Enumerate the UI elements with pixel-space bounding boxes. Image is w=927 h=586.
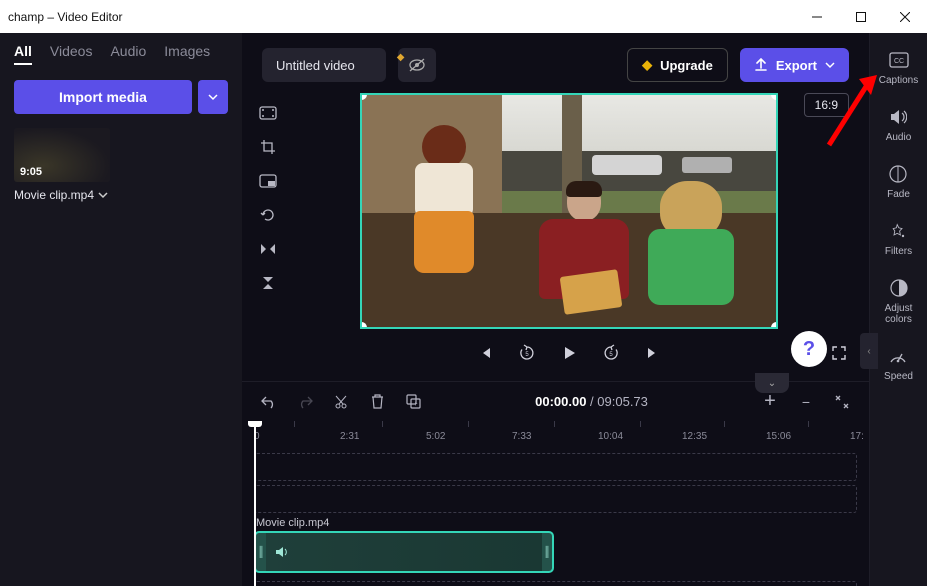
redo-icon[interactable] bbox=[296, 393, 314, 411]
preview-canvas[interactable] bbox=[360, 93, 778, 329]
zoom-out-icon[interactable]: − bbox=[797, 393, 815, 411]
rail-label: Speed bbox=[884, 371, 913, 382]
delete-icon[interactable] bbox=[368, 393, 386, 411]
svg-text:CC: CC bbox=[893, 58, 903, 65]
tab-all[interactable]: All bbox=[14, 43, 32, 65]
add-track-icon[interactable]: + bbox=[761, 393, 779, 411]
rail-audio[interactable]: Audio bbox=[886, 106, 912, 143]
adjust-colors-icon bbox=[888, 277, 910, 299]
timeline[interactable]: 0 2:31 5:02 7:33 10:04 12:35 15:06 17: M… bbox=[242, 421, 869, 586]
media-thumbnail[interactable]: 9:05 bbox=[14, 128, 110, 182]
svg-text:5: 5 bbox=[525, 352, 529, 358]
window-title: champ – Video Editor bbox=[8, 10, 123, 24]
media-duration: 9:05 bbox=[20, 166, 42, 178]
import-media-button[interactable]: Import media bbox=[14, 80, 192, 114]
timeline-ruler[interactable]: 0 2:31 5:02 7:33 10:04 12:35 15:06 17: bbox=[242, 421, 869, 449]
rail-fade[interactable]: Fade bbox=[887, 163, 910, 200]
rail-label: Adjust colors bbox=[870, 303, 927, 325]
flip-horizontal-icon[interactable] bbox=[258, 239, 278, 259]
clip-trim-right[interactable]: ║ bbox=[542, 547, 552, 558]
forward-5-icon[interactable]: 5 bbox=[601, 343, 621, 363]
flip-vertical-icon[interactable] bbox=[258, 273, 278, 293]
fullscreen-icon[interactable] bbox=[829, 343, 849, 363]
diamond-icon: ◆ bbox=[642, 57, 652, 73]
fit-icon[interactable] bbox=[258, 103, 278, 123]
track-empty-2[interactable] bbox=[254, 581, 857, 586]
media-sidebar: All Videos Audio Images Import media 9:0… bbox=[0, 33, 242, 586]
premium-diamond-icon: ◆ bbox=[397, 52, 405, 63]
play-button[interactable] bbox=[559, 343, 579, 363]
project-title-text: Untitled video bbox=[276, 58, 355, 73]
zoom-fit-icon[interactable] bbox=[833, 393, 851, 411]
rail-speed[interactable]: Speed bbox=[884, 345, 913, 382]
media-filename: Movie clip.mp4 bbox=[14, 188, 94, 202]
resize-handle-bl[interactable] bbox=[360, 322, 367, 329]
clip-trim-left[interactable]: ║ bbox=[256, 547, 266, 558]
skip-forward-icon[interactable] bbox=[643, 343, 663, 363]
timeline-clip[interactable]: ║ ║ bbox=[254, 531, 554, 573]
resize-handle-br[interactable] bbox=[771, 322, 778, 329]
tab-videos[interactable]: Videos bbox=[50, 43, 93, 65]
help-button[interactable]: ? bbox=[791, 331, 827, 367]
timecode: 00:00.00 / 09:05.73 bbox=[440, 394, 743, 409]
track-empty-1[interactable] bbox=[254, 453, 857, 481]
skip-back-icon[interactable] bbox=[475, 343, 495, 363]
expand-panel-button[interactable]: ⌄ bbox=[755, 373, 789, 393]
minimize-button[interactable] bbox=[795, 0, 839, 33]
export-label: Export bbox=[776, 58, 817, 73]
playhead[interactable] bbox=[254, 421, 256, 586]
duplicate-icon[interactable]: + bbox=[404, 393, 422, 411]
upgrade-button[interactable]: ◆ Upgrade bbox=[627, 48, 728, 82]
tab-audio[interactable]: Audio bbox=[110, 43, 146, 65]
rail-label: Audio bbox=[886, 132, 912, 143]
filters-icon bbox=[887, 220, 909, 242]
tab-images[interactable]: Images bbox=[164, 43, 210, 65]
captions-icon: CC bbox=[888, 49, 910, 71]
rail-captions[interactable]: CC Captions bbox=[879, 49, 918, 86]
rail-label: Fade bbox=[887, 189, 910, 200]
crop-icon[interactable] bbox=[258, 137, 278, 157]
clip-label: Movie clip.mp4 bbox=[256, 517, 329, 529]
rail-label: Filters bbox=[885, 246, 912, 257]
project-title[interactable]: Untitled video ◆ bbox=[262, 48, 386, 82]
aspect-ratio-button[interactable]: 16:9 bbox=[804, 93, 849, 117]
export-button[interactable]: Export bbox=[740, 48, 849, 82]
chevron-down-icon bbox=[825, 60, 835, 70]
svg-text:+: + bbox=[413, 401, 417, 408]
fade-icon bbox=[887, 163, 909, 185]
svg-text:5: 5 bbox=[609, 352, 613, 358]
collapse-rail-button[interactable]: ‹ bbox=[860, 333, 878, 369]
video-frame bbox=[362, 95, 776, 327]
pip-icon[interactable] bbox=[258, 171, 278, 191]
properties-rail: ‹ CC Captions Audio Fade Filters Adjust … bbox=[869, 33, 927, 586]
maximize-button[interactable] bbox=[839, 0, 883, 33]
rewind-5-icon[interactable]: 5 bbox=[517, 343, 537, 363]
close-button[interactable] bbox=[883, 0, 927, 33]
upgrade-label: Upgrade bbox=[660, 58, 713, 73]
upload-icon bbox=[754, 58, 768, 72]
media-item[interactable]: 9:05 Movie clip.mp4 bbox=[14, 128, 228, 202]
speaker-icon[interactable] bbox=[274, 545, 288, 559]
audio-icon bbox=[887, 106, 909, 128]
rail-filters[interactable]: Filters bbox=[885, 220, 912, 257]
undo-icon[interactable] bbox=[260, 393, 278, 411]
chevron-down-icon[interactable] bbox=[98, 190, 108, 200]
speed-icon bbox=[887, 345, 909, 367]
rail-label: Captions bbox=[879, 75, 918, 86]
import-media-dropdown[interactable] bbox=[198, 80, 228, 114]
rail-adjust-colors[interactable]: Adjust colors bbox=[870, 277, 927, 325]
rotate-icon[interactable] bbox=[258, 205, 278, 225]
cut-icon[interactable] bbox=[332, 393, 350, 411]
track-text[interactable] bbox=[254, 485, 857, 513]
